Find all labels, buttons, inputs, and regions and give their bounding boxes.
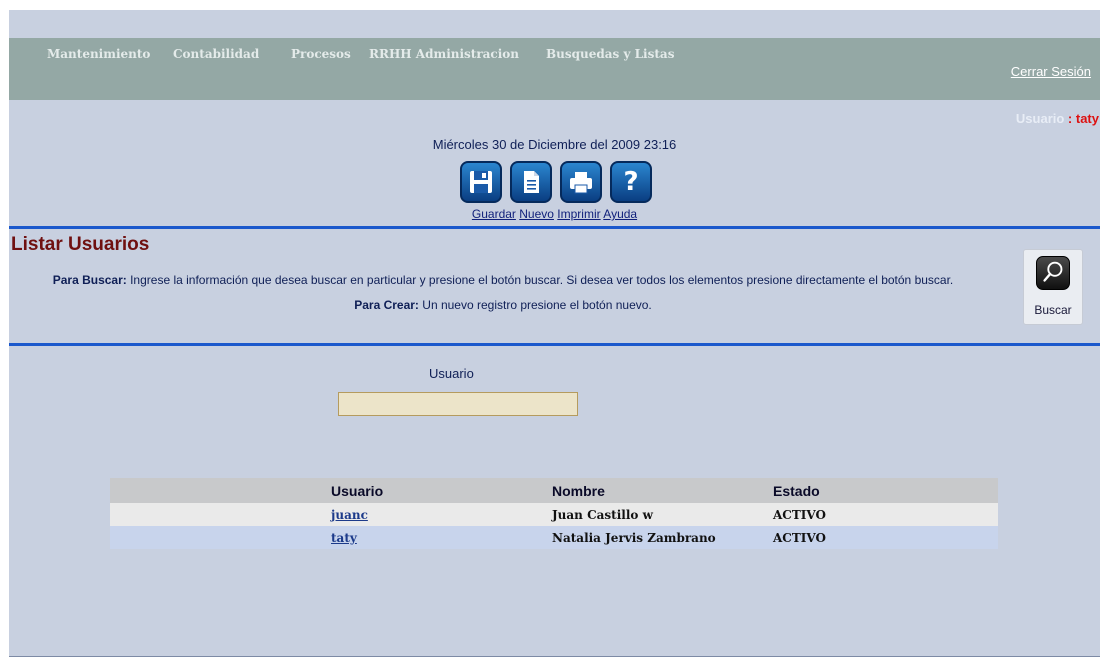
save-button[interactable] [460, 161, 502, 203]
menu-contabilidad[interactable]: Contabilidad [173, 47, 259, 61]
instructions: Para Buscar: Ingrese la información que … [19, 268, 987, 318]
page-title: Listar Usuarios [11, 234, 150, 255]
current-date: Miércoles 30 de Diciembre del 2009 23:16 [432, 137, 677, 152]
app-window: Mantenimiento Contabilidad Procesos RRHH… [9, 10, 1100, 657]
search-button[interactable]: Buscar [1023, 249, 1083, 325]
create-help: Para Crear: Un nuevo registro presione e… [19, 293, 987, 318]
new-link[interactable]: Nuevo [519, 207, 554, 221]
menu-bar: Mantenimiento Contabilidad Procesos RRHH… [9, 38, 1100, 100]
search-help: Para Buscar: Ingrese la información que … [19, 268, 987, 293]
table-row: taty Natalia Jervis Zambrano ACTIVO [110, 526, 998, 549]
new-button[interactable] [510, 161, 552, 203]
column-header-usuario: Usuario [331, 478, 552, 503]
print-button[interactable] [560, 161, 602, 203]
divider-top [9, 226, 1100, 229]
create-help-label: Para Crear: [354, 298, 419, 312]
user-label: Usuario [1015, 111, 1065, 126]
logout-link[interactable]: Cerrar Sesión [1011, 64, 1091, 79]
cell-nombre: Juan Castillo w [552, 503, 773, 526]
table-row: juanc Juan Castillo w ACTIVO [110, 503, 998, 526]
toolbar-labels: Guardar Nuevo Imprimir Ayuda [9, 207, 1100, 221]
save-icon [470, 171, 492, 193]
current-user: Usuario : taty [1016, 111, 1099, 126]
create-help-text: Un nuevo registro presione el botón nuev… [418, 298, 652, 312]
save-link[interactable]: Guardar [472, 207, 516, 221]
usuario-field-label: Usuario [429, 366, 474, 381]
help-link[interactable]: Ayuda [603, 207, 637, 221]
row-spacer [110, 526, 331, 549]
cell-nombre: Natalia Jervis Zambrano [552, 526, 773, 549]
new-document-icon [524, 171, 539, 193]
column-header-estado: Estado [773, 478, 998, 503]
usuario-input[interactable] [338, 392, 578, 416]
user-link-taty[interactable]: taty [331, 531, 357, 545]
toolbar: ? [458, 161, 658, 207]
search-help-label: Para Buscar: [52, 273, 127, 287]
magnifier-icon [1036, 256, 1070, 290]
header-spacer [110, 478, 331, 503]
cell-estado: ACTIVO [773, 503, 998, 526]
table-header-row: Usuario Nombre Estado [110, 478, 998, 503]
print-icon [570, 172, 592, 194]
menu-mantenimiento[interactable]: Mantenimiento [47, 47, 150, 61]
help-icon: ? [623, 167, 639, 197]
help-button[interactable]: ? [610, 161, 652, 203]
menu-rrhh-administracion[interactable]: RRHH Administracion [369, 47, 519, 61]
print-link[interactable]: Imprimir [557, 207, 600, 221]
menu-busquedas-listas[interactable]: Busquedas y Listas [546, 47, 674, 61]
search-help-text: Ingrese la información que desea buscar … [126, 273, 954, 287]
row-spacer [110, 503, 331, 526]
cell-estado: ACTIVO [773, 526, 998, 549]
menu-procesos[interactable]: Procesos [291, 47, 351, 61]
cell-usuario: taty [331, 526, 552, 549]
user-name: taty [1075, 111, 1099, 126]
column-header-nombre: Nombre [552, 478, 773, 503]
user-separator: : [1064, 111, 1076, 126]
users-table: Usuario Nombre Estado juanc Juan Castill… [110, 478, 998, 549]
search-button-label: Buscar [1034, 303, 1072, 317]
cell-usuario: juanc [331, 503, 552, 526]
divider-bottom [9, 343, 1100, 346]
user-link-juanc[interactable]: juanc [331, 508, 368, 522]
